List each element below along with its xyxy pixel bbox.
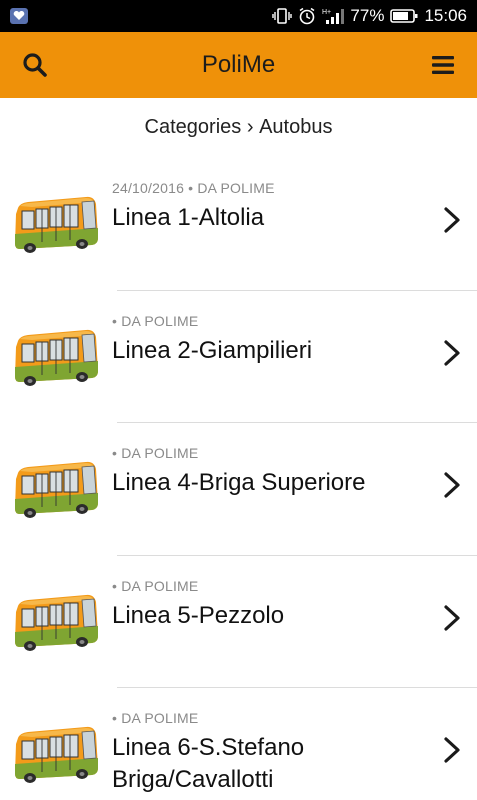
- list-item[interactable]: • DA POLIME Linea 5-Pezzolo: [0, 556, 477, 688]
- menu-icon: [432, 56, 454, 74]
- status-bar: H+ 77% 15:06: [0, 0, 477, 32]
- item-meta: 24/10/2016 • DA POLIME: [112, 180, 275, 196]
- network-type-label: H+: [322, 9, 331, 16]
- bus-icon: [14, 593, 99, 651]
- vibrate-icon: [272, 7, 293, 25]
- app-bar: PoliMe: [0, 32, 477, 98]
- breadcrumb: Categories › Autobus: [0, 98, 477, 156]
- breadcrumb-root[interactable]: Categories: [145, 116, 242, 139]
- list-item[interactable]: • DA POLIME Linea 6-S.Stefano Briga/Cava…: [0, 688, 477, 800]
- list-item[interactable]: • DA POLIME Linea 4-Briga Superiore: [0, 423, 477, 556]
- clock-time: 15:06: [424, 6, 467, 25]
- item-title: Linea 1-Altolia: [112, 204, 265, 231]
- chevron-right-icon: [444, 604, 460, 631]
- bus-icon: [14, 726, 99, 784]
- bus-icon: [14, 461, 99, 519]
- chevron-right-icon: [444, 472, 460, 498]
- chevron-right-icon: [444, 737, 460, 763]
- bus-icon: [14, 328, 99, 386]
- chevron-right-icon: [444, 339, 460, 366]
- item-title: Linea 2-Giampilieri: [112, 336, 313, 364]
- breadcrumb-separator: ›: [246, 115, 254, 138]
- bus-line-list: 24/10/2016 • DA POLIME Linea 1-Altolia •…: [0, 158, 477, 800]
- item-meta: • DA POLIME: [112, 577, 199, 594]
- item-title: Linea 5-Pezzolo: [112, 601, 285, 629]
- item-title: Linea 6-S.Stefano Briga/Cavallotti: [112, 734, 305, 793]
- chevron-right-icon: [444, 207, 460, 233]
- battery-percent: 77%: [350, 6, 385, 25]
- app-title: PoliMe: [201, 51, 276, 78]
- alarm-icon: [298, 7, 316, 25]
- search-icon: [23, 53, 47, 77]
- battery-icon: [390, 8, 418, 24]
- bus-icon: [14, 196, 99, 254]
- menu-button[interactable]: [431, 54, 455, 76]
- breadcrumb-current: Autobus: [259, 115, 333, 138]
- search-button[interactable]: [22, 52, 48, 78]
- item-meta: • DA POLIME: [112, 445, 199, 461]
- signal-icon: H+: [322, 7, 345, 25]
- app-notification-icon: [10, 8, 28, 24]
- item-title: Linea 4-Briga Superiore: [112, 469, 366, 496]
- list-item[interactable]: • DA POLIME Linea 2-Giampilieri: [0, 291, 477, 423]
- item-meta: • DA POLIME: [112, 710, 199, 726]
- list-item[interactable]: 24/10/2016 • DA POLIME Linea 1-Altolia: [0, 158, 477, 291]
- item-meta: • DA POLIME: [112, 312, 199, 329]
